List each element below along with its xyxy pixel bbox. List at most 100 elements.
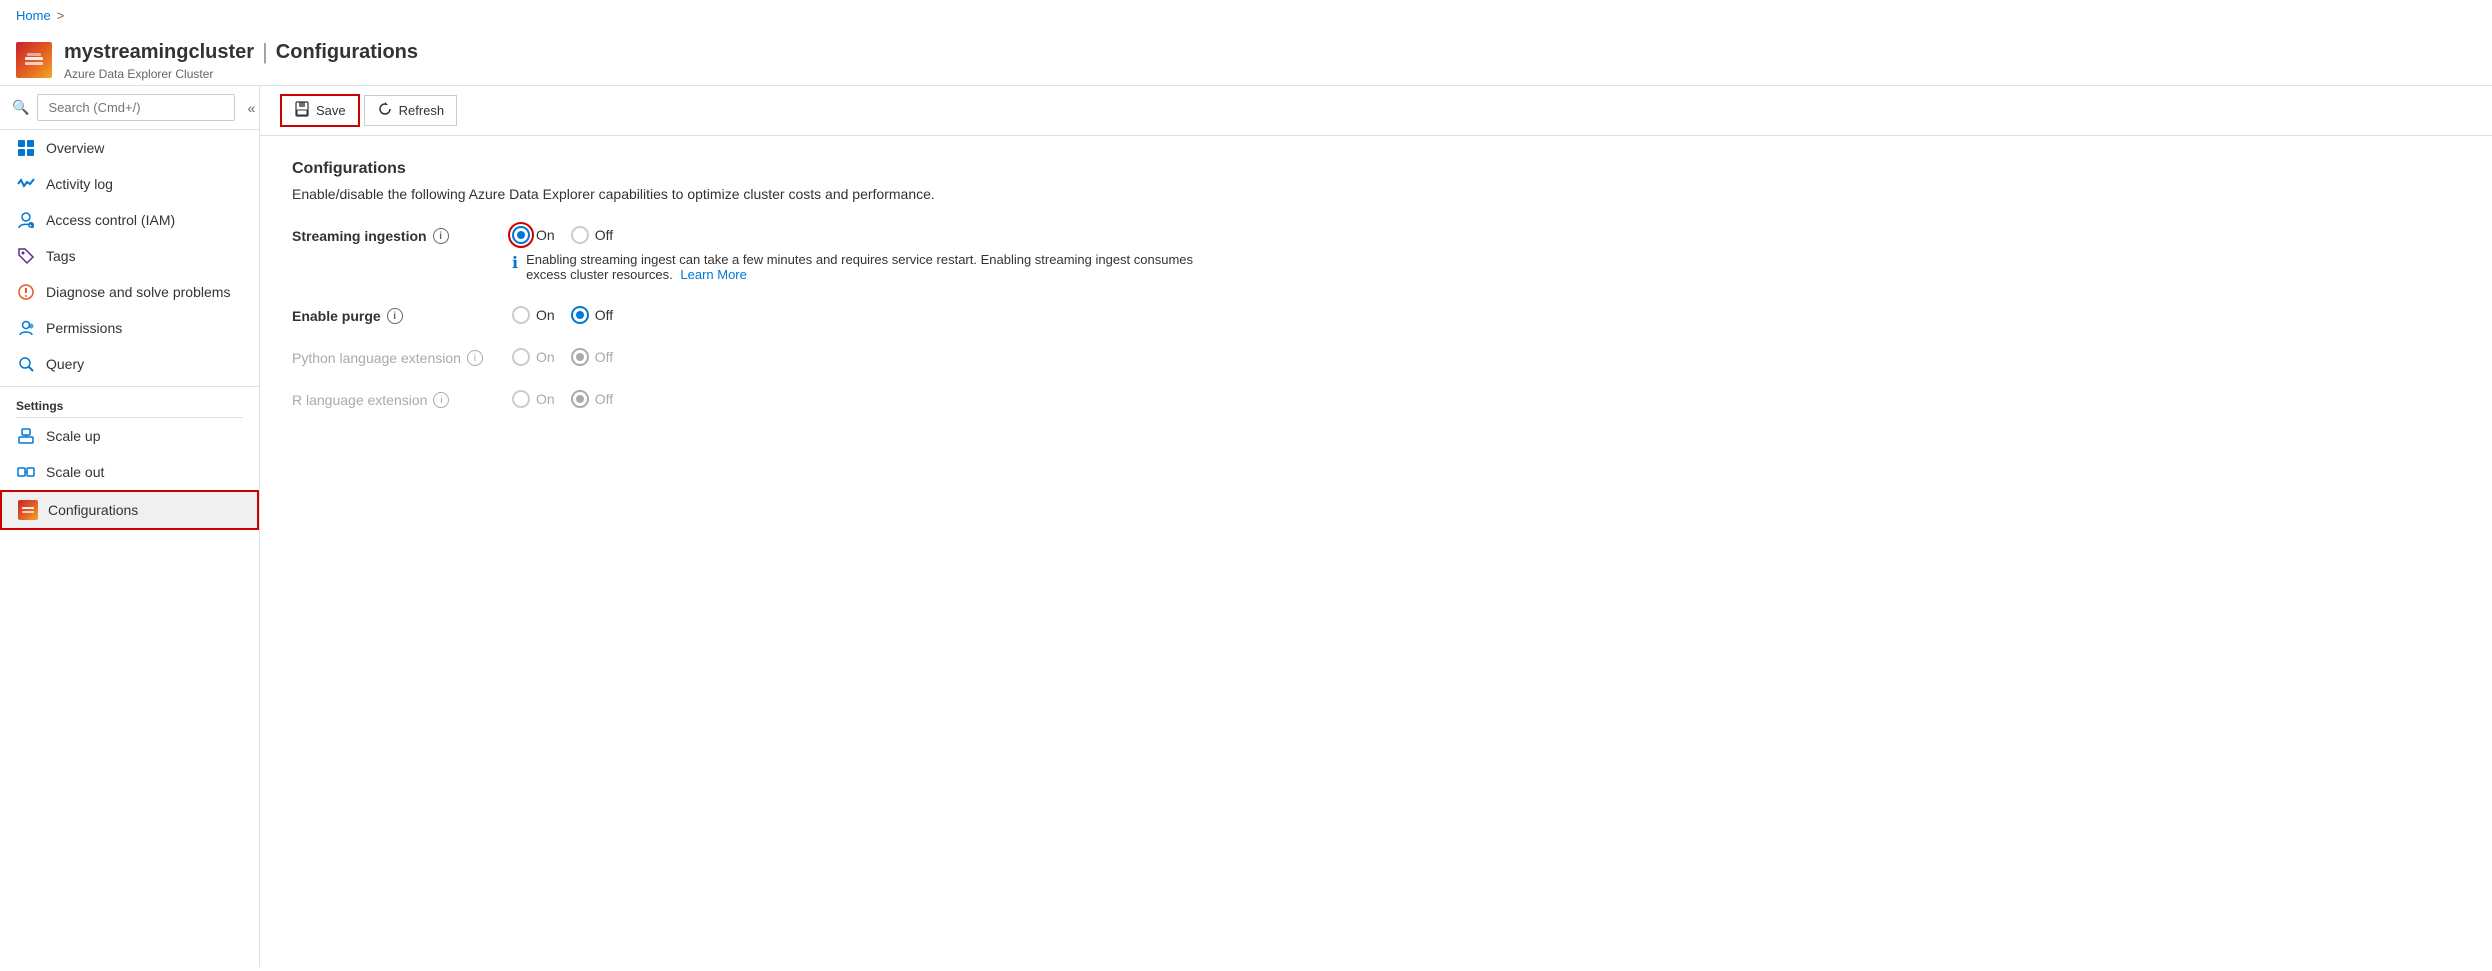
header-text: mystreamingcluster | Configurations Azur… — [64, 39, 418, 81]
tags-icon — [16, 246, 36, 266]
streaming-radio-group: On Off — [512, 226, 1212, 244]
streaming-off-label: Off — [595, 227, 613, 243]
sidebar-item-permissions[interactable]: Permissions — [0, 310, 259, 346]
scale-out-label: Scale out — [46, 464, 104, 480]
breadcrumb-separator: > — [57, 8, 65, 23]
page-title: Configurations — [276, 41, 418, 64]
learn-more-link[interactable]: Learn More — [680, 267, 746, 282]
cluster-icon — [16, 42, 52, 78]
python-off-dot — [576, 353, 584, 361]
streaming-on-radio[interactable] — [512, 226, 530, 244]
search-area: 🔍 « — [0, 86, 259, 130]
scaleout-icon — [16, 462, 36, 482]
streaming-info-box: ℹ Enabling streaming ingest can take a f… — [512, 252, 1212, 282]
purge-info-icon[interactable]: i — [387, 308, 403, 324]
python-radio-group: On Off — [512, 348, 613, 366]
streaming-info-icon[interactable]: i — [433, 228, 449, 244]
collapse-button[interactable]: « — [243, 96, 259, 120]
r-radio-group: On Off — [512, 390, 613, 408]
config-icon — [18, 500, 38, 520]
r-on-radio — [512, 390, 530, 408]
sidebar-item-activity-log[interactable]: Activity log — [0, 166, 259, 202]
python-extension-row: Python language extension i On O — [292, 348, 2460, 366]
main-layout: 🔍 « Overview Activity log + Access contr… — [0, 86, 2492, 967]
sidebar-item-scale-out[interactable]: Scale out — [0, 454, 259, 490]
r-off-radio — [571, 390, 589, 408]
python-on-option: On — [512, 348, 555, 366]
streaming-ingestion-controls: On Off ℹ Enabling streaming ingest can t… — [512, 226, 1212, 282]
iam-icon: + — [16, 210, 36, 230]
overview-icon — [16, 138, 36, 158]
r-extension-row: R language extension i On Off — [292, 390, 2460, 408]
streaming-on-dot — [517, 231, 525, 239]
purge-off-radio[interactable] — [571, 306, 589, 324]
r-on-option: On — [512, 390, 555, 408]
overview-label: Overview — [46, 140, 104, 156]
r-info-icon[interactable]: i — [433, 392, 449, 408]
purge-on-radio[interactable] — [512, 306, 530, 324]
search-input[interactable] — [37, 94, 235, 121]
main-content: Save Refresh Configurations Enable/disab… — [260, 86, 2492, 967]
sidebar-item-configurations[interactable]: Configurations — [0, 490, 259, 530]
streaming-off-option[interactable]: Off — [571, 226, 613, 244]
enable-purge-row: Enable purge i On Off — [292, 306, 2460, 324]
purge-off-dot — [576, 311, 584, 319]
sidebar-item-diagnose[interactable]: Diagnose and solve problems — [0, 274, 259, 310]
python-info-icon[interactable]: i — [467, 350, 483, 366]
query-icon — [16, 354, 36, 374]
sidebar-item-iam[interactable]: + Access control (IAM) — [0, 202, 259, 238]
streaming-ingestion-row: Streaming ingestion i On Off — [292, 226, 2460, 282]
purge-on-label: On — [536, 307, 555, 323]
refresh-button[interactable]: Refresh — [364, 95, 458, 126]
toolbar: Save Refresh — [260, 86, 2492, 136]
purge-controls: On Off — [512, 306, 613, 324]
python-extension-label: Python language extension i — [292, 348, 512, 366]
configurations-content: Configurations Enable/disable the follow… — [260, 136, 2492, 456]
streaming-off-radio[interactable] — [571, 226, 589, 244]
settings-section-label: Settings — [0, 386, 259, 417]
iam-label: Access control (IAM) — [46, 212, 175, 228]
permissions-icon — [16, 318, 36, 338]
save-label: Save — [316, 103, 346, 118]
refresh-label: Refresh — [399, 103, 445, 118]
search-icon: 🔍 — [12, 99, 29, 116]
activity-log-label: Activity log — [46, 176, 113, 192]
python-on-radio — [512, 348, 530, 366]
refresh-icon — [377, 101, 393, 120]
python-off-radio — [571, 348, 589, 366]
r-off-option: Off — [571, 390, 613, 408]
sidebar-item-overview[interactable]: Overview — [0, 130, 259, 166]
purge-off-option[interactable]: Off — [571, 306, 613, 324]
breadcrumb-home[interactable]: Home — [16, 8, 51, 23]
python-controls: On Off — [512, 348, 613, 366]
r-controls: On Off — [512, 390, 613, 408]
python-off-option: Off — [571, 348, 613, 366]
permissions-label: Permissions — [46, 320, 122, 336]
purge-off-label: Off — [595, 307, 613, 323]
header-subtitle: Azure Data Explorer Cluster — [64, 67, 418, 81]
sidebar-item-scale-up[interactable]: Scale up — [0, 418, 259, 454]
sidebar-item-query[interactable]: Query — [0, 346, 259, 382]
info-circle-icon: ℹ — [512, 253, 518, 273]
breadcrumb: Home > — [0, 0, 2492, 31]
streaming-on-option[interactable]: On — [512, 226, 555, 244]
sidebar-item-tags[interactable]: Tags — [0, 238, 259, 274]
query-label: Query — [46, 356, 84, 372]
diagnose-label: Diagnose and solve problems — [46, 284, 230, 300]
page-header: mystreamingcluster | Configurations Azur… — [0, 31, 2492, 86]
config-description: Enable/disable the following Azure Data … — [292, 186, 2460, 202]
tags-label: Tags — [46, 248, 76, 264]
save-button[interactable]: Save — [280, 94, 360, 127]
r-off-label: Off — [595, 391, 613, 407]
streaming-on-label: On — [536, 227, 555, 243]
configurations-label: Configurations — [48, 502, 138, 518]
scaleup-icon — [16, 426, 36, 446]
streaming-info-text: Enabling streaming ingest can take a few… — [526, 252, 1212, 282]
sidebar: 🔍 « Overview Activity log + Access contr… — [0, 86, 260, 967]
purge-on-option[interactable]: On — [512, 306, 555, 324]
cluster-name: mystreamingcluster — [64, 41, 254, 64]
enable-purge-label: Enable purge i — [292, 306, 512, 324]
pipe-separator: | — [262, 39, 268, 65]
python-off-label: Off — [595, 349, 613, 365]
scale-up-label: Scale up — [46, 428, 100, 444]
